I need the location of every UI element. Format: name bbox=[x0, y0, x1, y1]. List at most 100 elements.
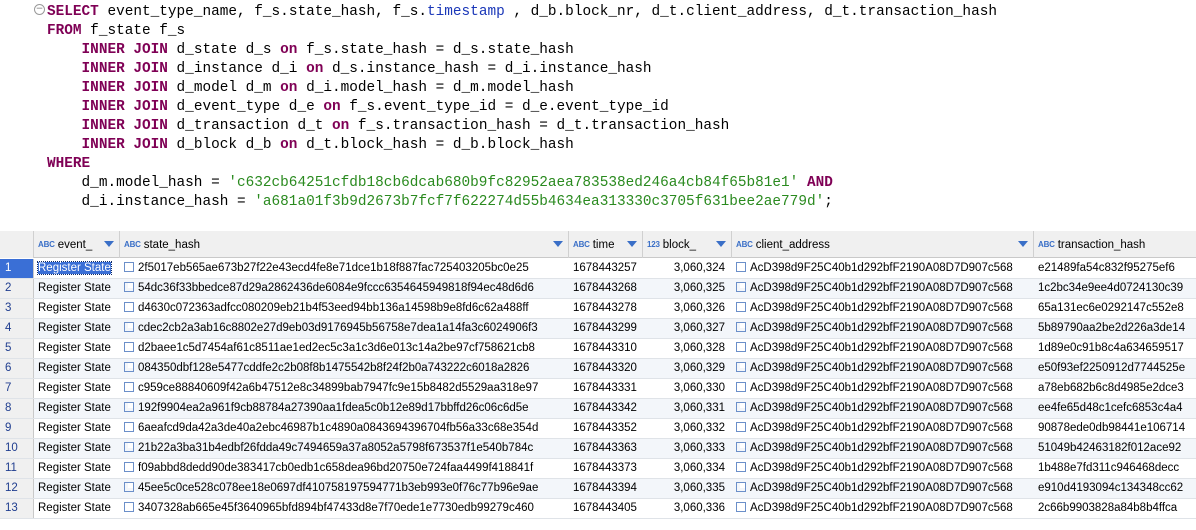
cell-client-address[interactable]: AcD398d9F25C40b1d292bfF2190A08D7D907c568 bbox=[732, 359, 1034, 378]
external-link-icon[interactable] bbox=[736, 322, 746, 332]
cell-client-address[interactable]: AcD398d9F25C40b1d292bfF2190A08D7D907c568 bbox=[732, 439, 1034, 458]
cell-transaction-hash[interactable]: 51049b42463182f012ace92 bbox=[1034, 439, 1196, 458]
cell-client-address[interactable]: AcD398d9F25C40b1d292bfF2190A08D7D907c568 bbox=[732, 379, 1034, 398]
external-link-icon[interactable] bbox=[736, 262, 746, 272]
cell-time[interactable]: 1678443363 bbox=[569, 439, 643, 458]
external-link-icon[interactable] bbox=[124, 462, 134, 472]
table-row[interactable]: 11 Register State f09abbd8dedd90de383417cb… bbox=[0, 459, 1196, 479]
cell-block[interactable]: 3,060,334 bbox=[643, 459, 732, 478]
cell-transaction-hash[interactable]: 2c66b9903828a84b8b4ffca bbox=[1034, 499, 1196, 518]
cell-state-hash[interactable]: d2baee1c5d7454af61c8511ae1ed2ec5c3a1c3d6… bbox=[120, 339, 569, 358]
row-number[interactable]: 3 bbox=[0, 299, 34, 318]
cell-time[interactable]: 1678443342 bbox=[569, 399, 643, 418]
cell-time[interactable]: 1678443331 bbox=[569, 379, 643, 398]
cell-transaction-hash[interactable]: 90878ede0db98441e106714 bbox=[1034, 419, 1196, 438]
cell-time[interactable]: 1678443299 bbox=[569, 319, 643, 338]
column-header-event-type[interactable]: ABC event_ bbox=[34, 231, 120, 258]
cell-client-address[interactable]: AcD398d9F25C40b1d292bfF2190A08D7D907c568 bbox=[732, 459, 1034, 478]
cell-client-address[interactable]: AcD398d9F25C40b1d292bfF2190A08D7D907c568 bbox=[732, 399, 1034, 418]
table-row[interactable]: 8 Register State 192f9904ea2a961f9cb88784a… bbox=[0, 399, 1196, 419]
external-link-icon[interactable] bbox=[736, 282, 746, 292]
row-number[interactable]: 6 bbox=[0, 359, 34, 378]
cell-time[interactable]: 1678443405 bbox=[569, 499, 643, 518]
table-row[interactable]: 7 Register State c959ce88840609f42a6b47512… bbox=[0, 379, 1196, 399]
table-row[interactable]: 1 Register State 2f5017eb565ae673b27f22e43… bbox=[0, 259, 1196, 279]
table-row[interactable]: 12 Register State 45ee5c0ce528c078ee18e069… bbox=[0, 479, 1196, 499]
row-number[interactable]: 10 bbox=[0, 439, 34, 458]
cell-event-type[interactable]: Register State bbox=[34, 279, 120, 298]
cell-block[interactable]: 3,060,330 bbox=[643, 379, 732, 398]
row-number[interactable]: 13 bbox=[0, 499, 34, 518]
cell-transaction-hash[interactable]: ee4fe65d48c1cefc6853c4a4 bbox=[1034, 399, 1196, 418]
results-grid[interactable]: ABC event_ ABC state_hash ABC time 123 b… bbox=[0, 231, 1196, 530]
cell-event-type[interactable]: Register State bbox=[34, 299, 120, 318]
row-number[interactable]: 4 bbox=[0, 319, 34, 338]
cell-event-type[interactable]: Register State bbox=[34, 499, 120, 518]
column-dropdown-icon[interactable] bbox=[104, 241, 114, 247]
cell-client-address[interactable]: AcD398d9F25C40b1d292bfF2190A08D7D907c568 bbox=[732, 479, 1034, 498]
external-link-icon[interactable] bbox=[736, 462, 746, 472]
column-header-time[interactable]: ABC time bbox=[569, 231, 643, 258]
cell-block[interactable]: 3,060,332 bbox=[643, 419, 732, 438]
table-row[interactable]: 3 Register State d4630c072363adfcc080209eb… bbox=[0, 299, 1196, 319]
table-row[interactable]: 5 Register State d2baee1c5d7454af61c8511ae… bbox=[0, 339, 1196, 359]
cell-client-address[interactable]: AcD398d9F25C40b1d292bfF2190A08D7D907c568 bbox=[732, 259, 1034, 278]
row-number[interactable]: 8 bbox=[0, 399, 34, 418]
cell-block[interactable]: 3,060,325 bbox=[643, 279, 732, 298]
cell-event-type[interactable]: Register State bbox=[34, 379, 120, 398]
column-dropdown-icon[interactable] bbox=[716, 241, 726, 247]
external-link-icon[interactable] bbox=[736, 422, 746, 432]
column-dropdown-icon[interactable] bbox=[627, 241, 637, 247]
cell-time[interactable]: 1678443352 bbox=[569, 419, 643, 438]
external-link-icon[interactable] bbox=[124, 482, 134, 492]
cell-block[interactable]: 3,060,324 bbox=[643, 259, 732, 278]
external-link-icon[interactable] bbox=[124, 362, 134, 372]
table-row[interactable]: 13 Register State 3407328ab665e45f3640965b… bbox=[0, 499, 1196, 519]
column-header-state-hash[interactable]: ABC state_hash bbox=[120, 231, 569, 258]
cell-transaction-hash[interactable]: a78eb682b6c8d4985e2dce3 bbox=[1034, 379, 1196, 398]
cell-state-hash[interactable]: cdec2cb2a3ab16c8802e27d9eb03d9176945b567… bbox=[120, 319, 569, 338]
external-link-icon[interactable] bbox=[124, 282, 134, 292]
cell-client-address[interactable]: AcD398d9F25C40b1d292bfF2190A08D7D907c568 bbox=[732, 339, 1034, 358]
cell-state-hash[interactable]: c959ce88840609f42a6b47512e8c34899bab7947… bbox=[120, 379, 569, 398]
cell-block[interactable]: 3,060,328 bbox=[643, 339, 732, 358]
fold-toggle-icon[interactable]: − bbox=[34, 4, 45, 15]
column-dropdown-icon[interactable] bbox=[553, 241, 563, 247]
cell-event-type[interactable]: Register State bbox=[34, 259, 120, 278]
cell-block[interactable]: 3,060,333 bbox=[643, 439, 732, 458]
cell-block[interactable]: 3,060,329 bbox=[643, 359, 732, 378]
row-number[interactable]: 2 bbox=[0, 279, 34, 298]
external-link-icon[interactable] bbox=[736, 502, 746, 512]
table-row[interactable]: 6 Register State 084350dbf128e5477cddfe2c2… bbox=[0, 359, 1196, 379]
table-row[interactable]: 4 Register State cdec2cb2a3ab16c8802e27d9e… bbox=[0, 319, 1196, 339]
external-link-icon[interactable] bbox=[736, 382, 746, 392]
row-number[interactable]: 9 bbox=[0, 419, 34, 438]
cell-event-type[interactable]: Register State bbox=[34, 399, 120, 418]
cell-state-hash[interactable]: 084350dbf128e5477cddfe2c2b08f8b1475542b8… bbox=[120, 359, 569, 378]
cell-block[interactable]: 3,060,335 bbox=[643, 479, 732, 498]
cell-block[interactable]: 3,060,327 bbox=[643, 319, 732, 338]
external-link-icon[interactable] bbox=[124, 382, 134, 392]
external-link-icon[interactable] bbox=[124, 262, 134, 272]
cell-transaction-hash[interactable]: 1d89e0c91b8c4a634659517 bbox=[1034, 339, 1196, 358]
external-link-icon[interactable] bbox=[124, 402, 134, 412]
cell-time[interactable]: 1678443310 bbox=[569, 339, 643, 358]
external-link-icon[interactable] bbox=[736, 302, 746, 312]
column-header-block[interactable]: 123 block_ bbox=[643, 231, 732, 258]
cell-event-type[interactable]: Register State bbox=[34, 319, 120, 338]
external-link-icon[interactable] bbox=[736, 442, 746, 452]
external-link-icon[interactable] bbox=[124, 442, 134, 452]
external-link-icon[interactable] bbox=[124, 502, 134, 512]
cell-transaction-hash[interactable]: e910d4193094c134348cc62 bbox=[1034, 479, 1196, 498]
external-link-icon[interactable] bbox=[124, 302, 134, 312]
cell-client-address[interactable]: AcD398d9F25C40b1d292bfF2190A08D7D907c568 bbox=[732, 499, 1034, 518]
external-link-icon[interactable] bbox=[736, 482, 746, 492]
cell-event-type[interactable]: Register State bbox=[34, 419, 120, 438]
column-header-transaction-hash[interactable]: ABC transaction_hash bbox=[1034, 231, 1196, 258]
external-link-icon[interactable] bbox=[736, 362, 746, 372]
cell-client-address[interactable]: AcD398d9F25C40b1d292bfF2190A08D7D907c568 bbox=[732, 279, 1034, 298]
row-number[interactable]: 5 bbox=[0, 339, 34, 358]
cell-state-hash[interactable]: d4630c072363adfcc080209eb21b4f53eed94bb1… bbox=[120, 299, 569, 318]
cell-transaction-hash[interactable]: 1c2bc34e9ee4d0724130c39 bbox=[1034, 279, 1196, 298]
table-row[interactable]: 2 Register State 54dc36f33bbedce87d29a2862… bbox=[0, 279, 1196, 299]
